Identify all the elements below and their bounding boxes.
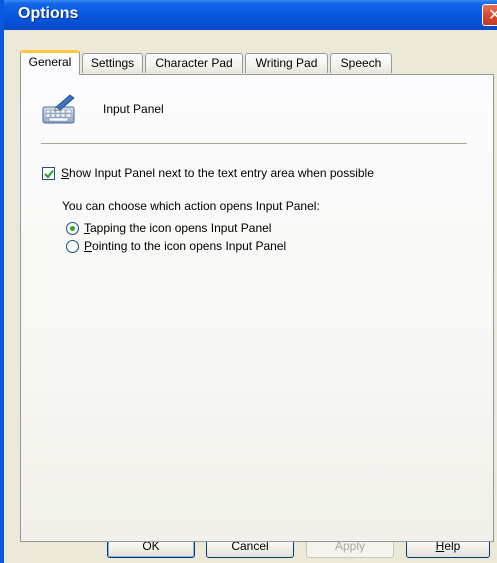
tab-label: General — [28, 55, 72, 69]
tab-settings[interactable]: Settings — [82, 53, 143, 73]
tab-label: Settings — [90, 56, 135, 70]
radio-tapping-label[interactable]: Tapping the icon opens Input Panel — [84, 221, 271, 235]
general-tab-panel: Input Panel Show Input Panel next to the… — [20, 74, 494, 542]
dialog-client-area: General Settings Character Pad Writing P… — [8, 30, 497, 563]
radio-pointing-label[interactable]: Pointing to the icon opens Input Panel — [84, 239, 286, 253]
action-hint-text: You can choose which action opens Input … — [62, 199, 320, 213]
tab-speech[interactable]: Speech — [330, 53, 392, 73]
label-text: how Input Panel next to the text entry a… — [69, 166, 374, 180]
tab-character-pad[interactable]: Character Pad — [145, 53, 243, 73]
show-input-panel-checkbox[interactable] — [42, 167, 55, 180]
tab-label: Speech — [340, 56, 382, 70]
close-icon: ✕ — [488, 5, 497, 24]
checkmark-icon — [44, 169, 54, 179]
tab-label: Character Pad — [155, 56, 233, 70]
tab-writing-pad[interactable]: Writing Pad — [245, 53, 328, 73]
input-panel-icon — [42, 93, 76, 125]
tab-label: Writing Pad — [255, 56, 318, 70]
radio-pointing-icon[interactable] — [66, 240, 79, 253]
close-button[interactable]: ✕ — [482, 4, 497, 26]
show-input-panel-label[interactable]: Show Input Panel next to the text entry … — [61, 166, 374, 180]
label-text: ointing to the icon opens Input Panel — [92, 239, 287, 253]
tab-general[interactable]: General — [20, 50, 80, 75]
label-text: apping the icon opens Input Panel — [90, 221, 272, 235]
radio-tapping-icon[interactable] — [66, 222, 79, 235]
radio-selected-dot — [70, 226, 75, 231]
accel-key: P — [84, 239, 93, 253]
window-title: Options — [18, 5, 79, 22]
options-dialog: Options ✕ General Settings Character Pad… — [0, 0, 497, 563]
title-bar[interactable]: Options ✕ — [4, 0, 497, 30]
heading-divider — [41, 143, 467, 144]
accel-key: S — [61, 166, 70, 180]
panel-heading: Input Panel — [103, 102, 164, 116]
